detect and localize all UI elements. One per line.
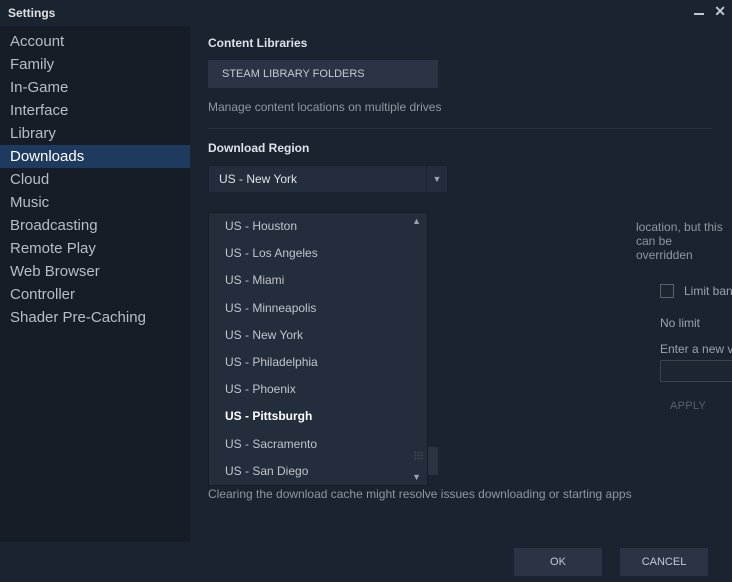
cancel-button[interactable]: CANCEL [620, 548, 708, 576]
sidebar-item-account[interactable]: Account [0, 30, 190, 53]
sidebar-item-interface[interactable]: Interface [0, 99, 190, 122]
bandwidth-prompt: Enter a new value below: [660, 342, 732, 356]
minimize-icon[interactable] [694, 13, 704, 15]
sidebar-item-broadcasting[interactable]: Broadcasting [0, 214, 190, 237]
sidebar-item-cloud[interactable]: Cloud [0, 168, 190, 191]
sidebar-item-web-browser[interactable]: Web Browser [0, 260, 190, 283]
dropdown-option[interactable]: US - Pittsburgh [209, 403, 427, 430]
download-region-dropdown[interactable]: ▲ ▼ US - HoustonUS - Los AngelesUS - Mia… [208, 212, 428, 486]
scroll-up-icon[interactable]: ▲ [412, 216, 421, 226]
chevron-down-icon[interactable]: ▼ [426, 165, 448, 193]
sidebar-item-in-game[interactable]: In-Game [0, 76, 190, 99]
limit-bandwidth-checkbox[interactable] [660, 284, 674, 298]
download-region-title: Download Region [208, 141, 712, 155]
download-region-select[interactable]: US - New York ▼ [208, 165, 448, 193]
dropdown-option[interactable]: US - Minneapolis [209, 295, 427, 322]
steam-library-folders-button[interactable]: STEAM LIBRARY FOLDERS [208, 60, 438, 88]
sidebar-item-library[interactable]: Library [0, 122, 190, 145]
dropdown-option[interactable]: US - Houston [209, 213, 427, 240]
dropdown-option[interactable]: US - Phoenix [209, 376, 427, 403]
limit-bandwidth-label: Limit bandwidth to: [684, 284, 732, 298]
sidebar-item-remote-play[interactable]: Remote Play [0, 237, 190, 260]
dropdown-option[interactable]: US - Los Angeles [209, 240, 427, 267]
dropdown-option[interactable]: US - Miami [209, 267, 427, 294]
settings-sidebar: AccountFamilyIn-GameInterfaceLibraryDown… [0, 26, 190, 542]
bandwidth-input[interactable] [660, 360, 732, 382]
divider [208, 128, 712, 129]
ok-button[interactable]: OK [514, 548, 602, 576]
resize-grip-icon[interactable] [414, 451, 424, 461]
bandwidth-status: No limit [660, 316, 732, 330]
sidebar-item-family[interactable]: Family [0, 53, 190, 76]
dropdown-option[interactable]: US - San Diego [209, 458, 427, 485]
dialog-footer: OK CANCEL [0, 542, 732, 582]
dropdown-option[interactable]: US - Philadelphia [209, 349, 427, 376]
clear-cache-helper: Clearing the download cache might resolv… [208, 487, 712, 501]
scroll-down-icon[interactable]: ▼ [412, 472, 421, 482]
sidebar-item-shader-pre-caching[interactable]: Shader Pre-Caching [0, 306, 190, 329]
content-libraries-title: Content Libraries [208, 36, 712, 50]
sidebar-item-controller[interactable]: Controller [0, 283, 190, 306]
sidebar-item-downloads[interactable]: Downloads [0, 145, 190, 168]
bandwidth-panel: Limit bandwidth to: No limit Enter a new… [660, 284, 732, 418]
sidebar-item-music[interactable]: Music [0, 191, 190, 214]
dropdown-option[interactable]: US - Sacramento [209, 431, 427, 458]
titlebar: Settings ✕ [0, 0, 732, 26]
region-override-text: location, but this can be overridden [636, 220, 732, 262]
content-libraries-helper: Manage content locations on multiple dri… [208, 100, 712, 114]
close-icon[interactable]: ✕ [714, 4, 726, 18]
settings-content: Content Libraries STEAM LIBRARY FOLDERS … [190, 26, 732, 542]
download-region-selected: US - New York [208, 165, 426, 193]
window-title: Settings [8, 6, 55, 20]
dropdown-option[interactable]: US - New York [209, 322, 427, 349]
apply-button[interactable]: APPLY [660, 394, 732, 418]
